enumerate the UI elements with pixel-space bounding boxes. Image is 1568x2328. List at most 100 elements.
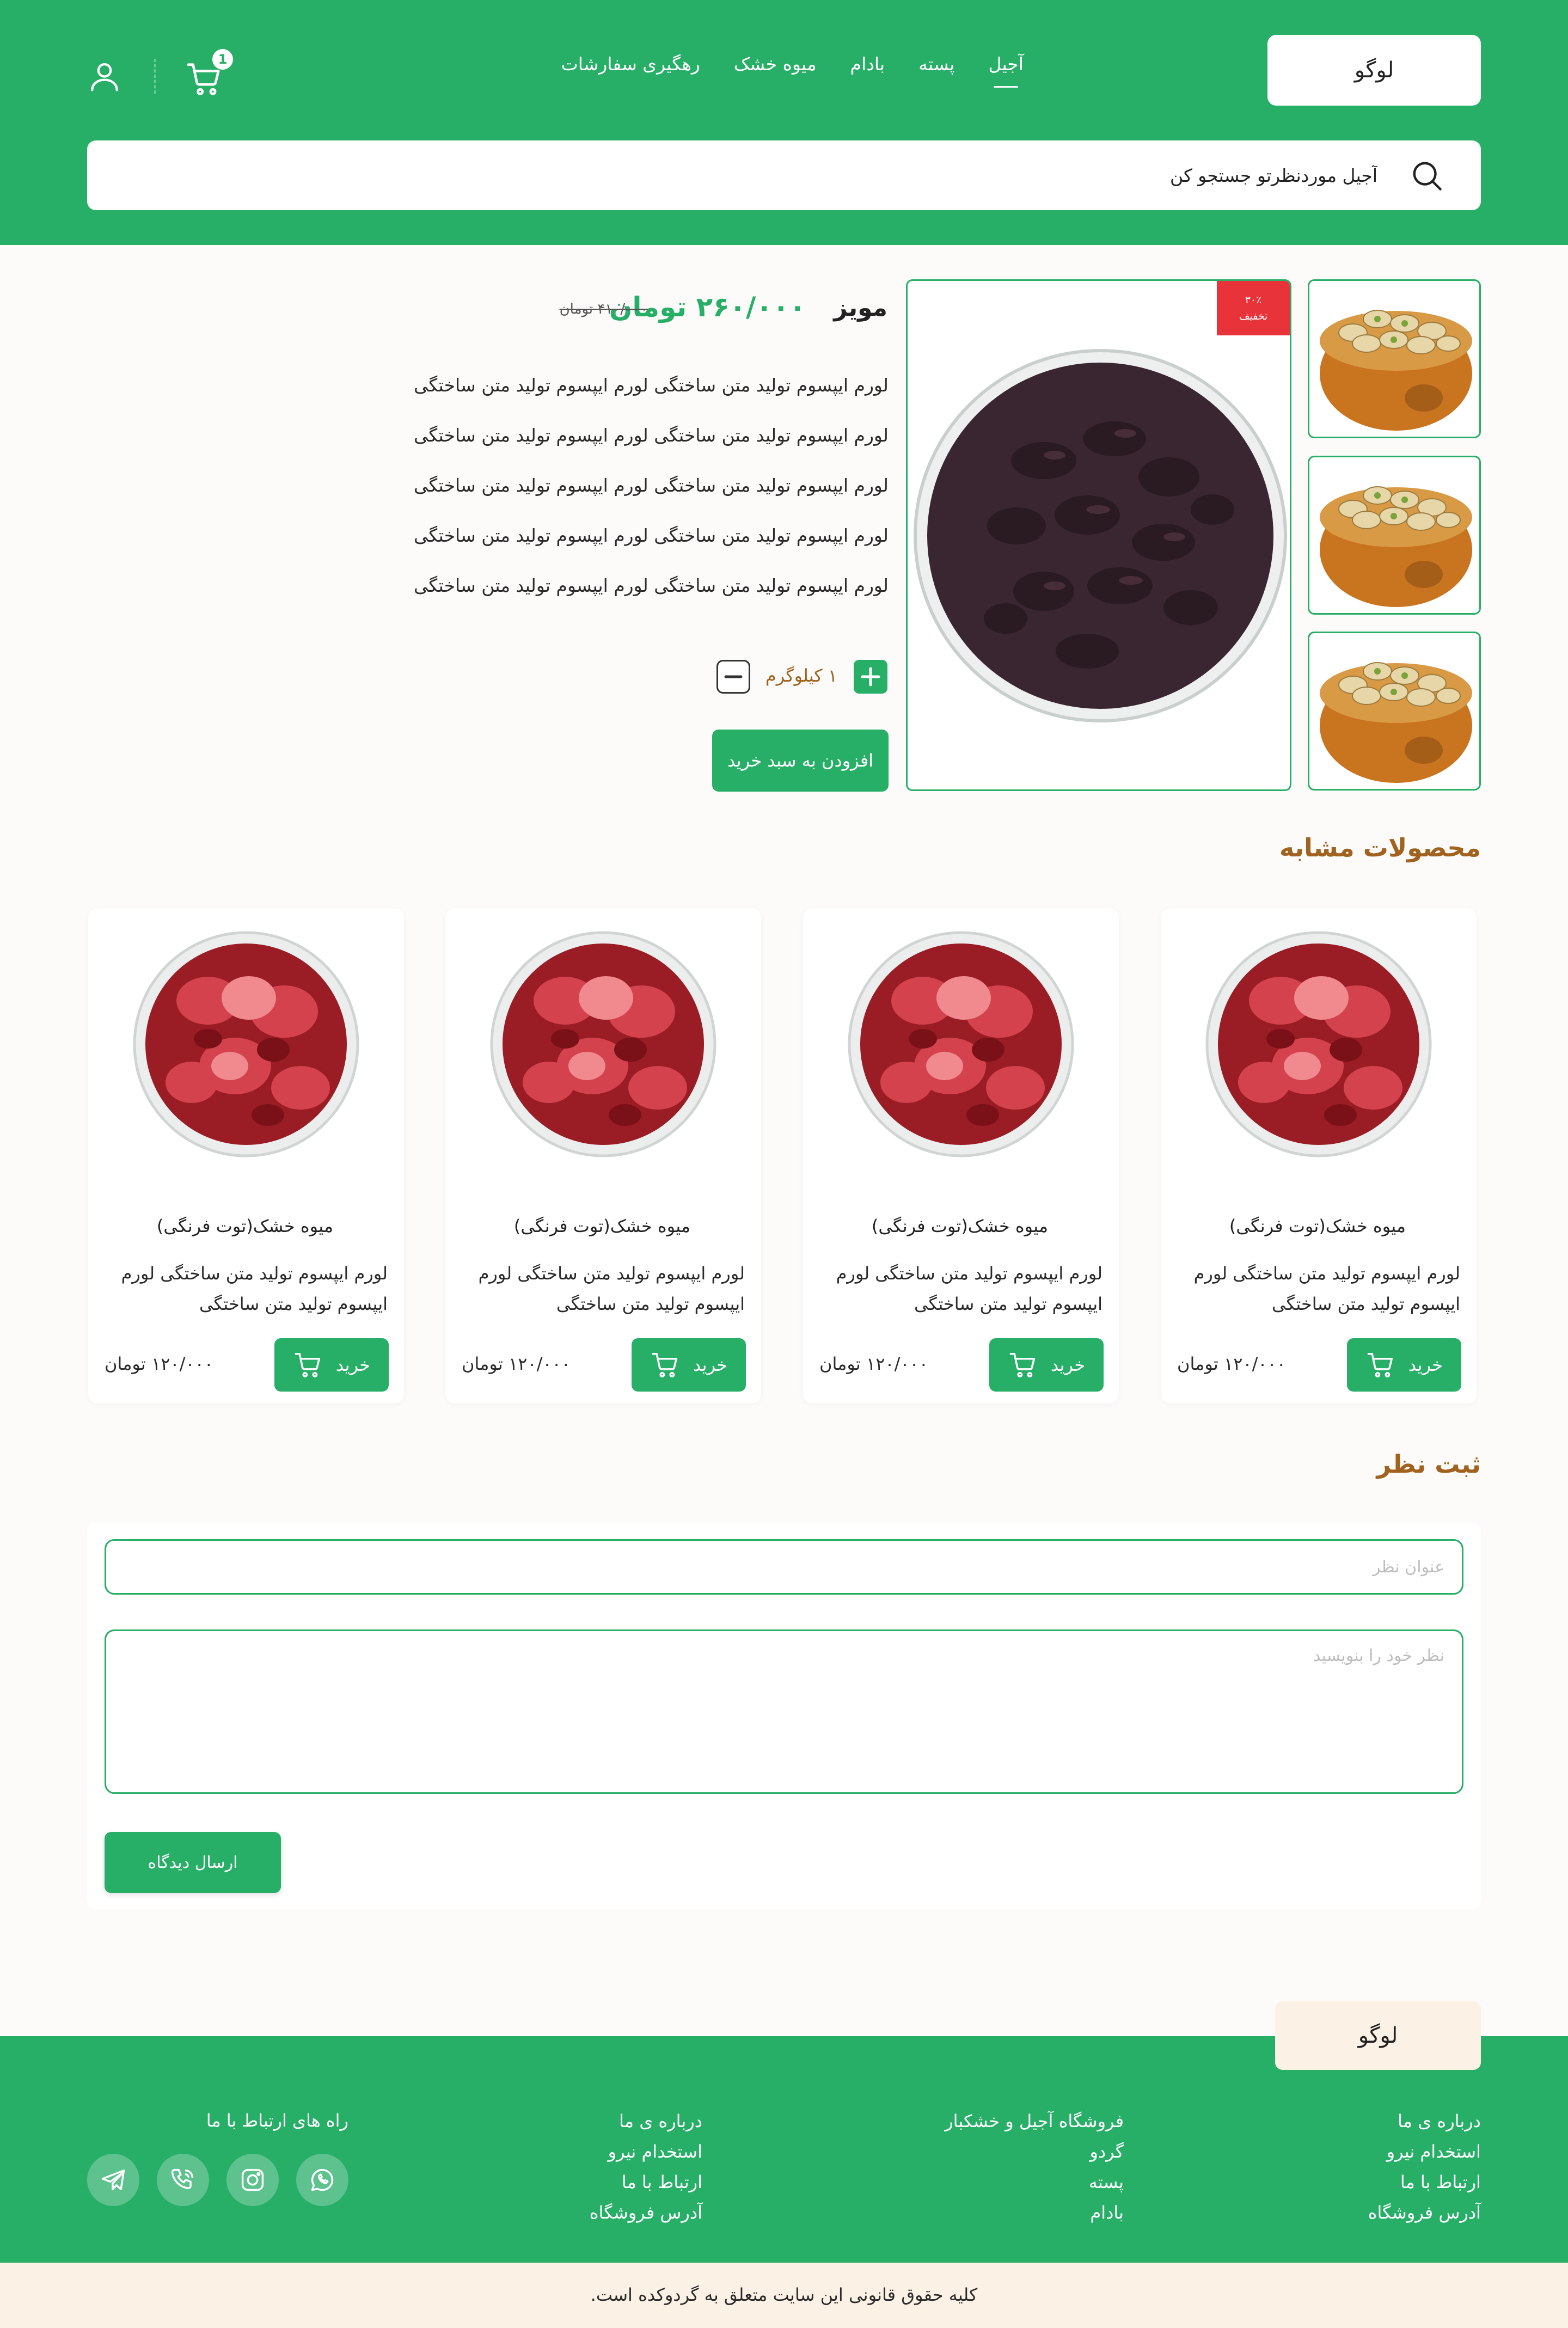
product-card-price: ۱۲۰/۰۰۰ تومان [462, 1353, 571, 1374]
add-to-cart-button[interactable]: افزودن به سبد خرید [712, 730, 889, 792]
discount-percent: ۳۰٪ [1245, 294, 1262, 306]
product-card-description: لورم ایپسوم تولید متن ساختگی لورم ایپسوم… [478, 1263, 745, 1314]
buy-button[interactable]: خرید [274, 1338, 389, 1392]
raisin-bowl-image [914, 349, 1287, 722]
discount-badge: ۳۰٪ تخفیف [1217, 281, 1290, 335]
cart-icon [1367, 1352, 1393, 1377]
similar-products-title: محصولات مشابه [1279, 833, 1481, 862]
product-old-price: ۴۱۰/۰۰۰ تومان [559, 301, 648, 317]
product-main-image: ۳۰٪ تخفیف [906, 279, 1291, 791]
product-card-description: لورم ایپسوم تولید متن ساختگی لورم ایپسوم… [121, 1263, 388, 1314]
footer-links-column: درباره ی ما استخدام نیرو ارتباط با ما آد… [1368, 2106, 1481, 2228]
instagram-icon [241, 2168, 264, 2191]
product-card-title: میوه خشک(توت فرنگی) [1229, 1216, 1406, 1236]
product-description-line: لورم ایپسوم تولید متن ساختگی لورم ایپسوم… [413, 575, 889, 596]
footer-link-about[interactable]: درباره ی ما [590, 2106, 702, 2136]
buy-button-label: خرید [1050, 1355, 1085, 1375]
pistachio-bowl-image [1320, 662, 1472, 783]
nav-item-nuts[interactable]: آجیل [988, 50, 1024, 88]
footer-link-store[interactable]: فروشگاه آجیل و خشکبار [945, 2106, 1124, 2136]
strawberry-bowl-image [490, 931, 716, 1157]
search-input[interactable] [234, 140, 1377, 210]
product-card[interactable]: میوه خشک(توت فرنگی) لورم ایپسوم تولید مت… [803, 908, 1119, 1404]
strawberry-bowl-image [1205, 931, 1432, 1157]
quantity-value: ۱ کیلوگرم [765, 665, 837, 686]
product-description-line: لورم ایپسوم تولید متن ساختگی لورم ایپسوم… [413, 425, 889, 446]
footer-links-column: درباره ی ما استخدام نیرو ارتباط با ما آد… [590, 2106, 702, 2228]
site-footer [0, 2036, 1568, 2263]
strawberry-bowl-image [133, 931, 359, 1157]
product-thumbnail[interactable] [1308, 632, 1481, 791]
comment-body-field[interactable] [105, 1629, 1463, 1794]
quantity-decrease-button[interactable] [716, 660, 750, 694]
footer-logo[interactable]: لوگو [1275, 2001, 1481, 2070]
footer-link-address[interactable]: آدرس فروشگاه [590, 2197, 702, 2228]
nav-item-dried-fruit[interactable]: میوه خشک [734, 50, 817, 75]
strawberry-bowl-image [848, 931, 1074, 1157]
user-icon [91, 63, 118, 91]
submit-comment-button[interactable]: ارسال دیدگاه [105, 1832, 281, 1893]
comment-section-title: ثبت نظر [1376, 1449, 1481, 1479]
buy-button[interactable]: خرید [632, 1338, 746, 1392]
cart-icon [1009, 1352, 1036, 1377]
copyright-bar: کلیه حقوق قانونی این سایت متعلق به گردوک… [0, 2263, 1568, 2328]
product-card[interactable]: میوه خشک(توت فرنگی) لورم ایپسوم تولید مت… [88, 908, 404, 1404]
discount-label: تخفیف [1239, 310, 1268, 322]
product-card-title: میوه خشک(توت فرنگی) [156, 1216, 333, 1236]
user-account-button[interactable] [87, 59, 122, 94]
footer-link-address[interactable]: آدرس فروشگاه [1368, 2197, 1481, 2228]
product-card[interactable]: میوه خشک(توت فرنگی) لورم ایپسوم تولید مت… [445, 908, 761, 1404]
footer-link-pistachio[interactable]: پسته [945, 2167, 1124, 2197]
product-card[interactable]: میوه خشک(توت فرنگی) لورم ایپسوم تولید مت… [1161, 908, 1477, 1404]
footer-link-contact[interactable]: ارتباط با ما [1368, 2167, 1481, 2197]
nav-item-almond[interactable]: بادام [850, 50, 885, 75]
cart-count-badge: 1 [212, 49, 233, 70]
footer-contact-heading: راه های ارتباط با ما [206, 2110, 348, 2131]
buy-button[interactable]: خرید [1347, 1338, 1461, 1392]
product-card-price: ۱۲۰/۰۰۰ تومان [819, 1353, 928, 1374]
product-card-description: لورم ایپسوم تولید متن ساختگی لورم ایپسوم… [836, 1263, 1102, 1314]
instagram-link[interactable] [226, 2154, 279, 2206]
buy-button-label: خرید [1408, 1355, 1443, 1375]
footer-links-column: فروشگاه آجیل و خشکبار گردو پسته بادام [945, 2106, 1124, 2228]
search-bar [87, 140, 1481, 210]
search-icon[interactable] [1410, 159, 1444, 193]
whatsapp-link[interactable] [296, 2154, 348, 2206]
footer-link-contact[interactable]: ارتباط با ما [590, 2167, 702, 2197]
pistachio-bowl-image [1320, 486, 1472, 607]
quantity-increase-button[interactable] [854, 660, 887, 694]
footer-link-walnut[interactable]: گردو [945, 2136, 1124, 2167]
product-description-line: لورم ایپسوم تولید متن ساختگی لورم ایپسوم… [413, 525, 889, 546]
buy-button-label: خرید [335, 1355, 370, 1375]
comment-title-field[interactable] [105, 1539, 1463, 1595]
header-logo[interactable]: لوگو [1267, 35, 1481, 106]
product-thumbnail[interactable] [1308, 456, 1481, 615]
telegram-link[interactable] [87, 2154, 139, 2206]
cart-icon [295, 1352, 321, 1377]
buy-button-label: خرید [693, 1355, 727, 1375]
main-nav: آجیل پسته بادام میوه خشک رهگیری سفارشات [534, 50, 1024, 94]
footer-link-careers[interactable]: استخدام نیرو [1368, 2136, 1481, 2167]
nav-item-pistachio[interactable]: پسته [918, 50, 954, 75]
product-description-line: لورم ایپسوم تولید متن ساختگی لورم ایپسوم… [413, 475, 889, 496]
phone-link[interactable] [157, 2154, 209, 2206]
copyright-text: کلیه حقوق قانونی این سایت متعلق به گردوک… [590, 2284, 978, 2305]
product-description-line: لورم ایپسوم تولید متن ساختگی لورم ایپسوم… [413, 375, 889, 396]
header-divider [154, 59, 156, 94]
buy-button[interactable]: خرید [989, 1338, 1104, 1392]
cart-button[interactable]: 1 [185, 49, 233, 98]
cart-icon [652, 1352, 678, 1377]
minus-icon [724, 675, 743, 678]
product-title: مویز [834, 294, 887, 322]
product-thumbnail[interactable] [1308, 279, 1481, 438]
footer-link-almond[interactable]: بادام [945, 2197, 1124, 2228]
phone-icon [171, 2168, 194, 2189]
telegram-icon [101, 2169, 125, 2191]
plus-icon [861, 667, 880, 687]
product-card-price: ۱۲۰/۰۰۰ تومان [105, 1353, 213, 1374]
comment-form: ارسال دیدگاه [87, 1522, 1481, 1909]
footer-link-about[interactable]: درباره ی ما [1368, 2106, 1481, 2136]
product-card-price: ۱۲۰/۰۰۰ تومان [1177, 1353, 1286, 1374]
nav-item-order-tracking[interactable]: رهگیری سفارشات [561, 50, 700, 75]
footer-link-careers[interactable]: استخدام نیرو [590, 2136, 702, 2167]
